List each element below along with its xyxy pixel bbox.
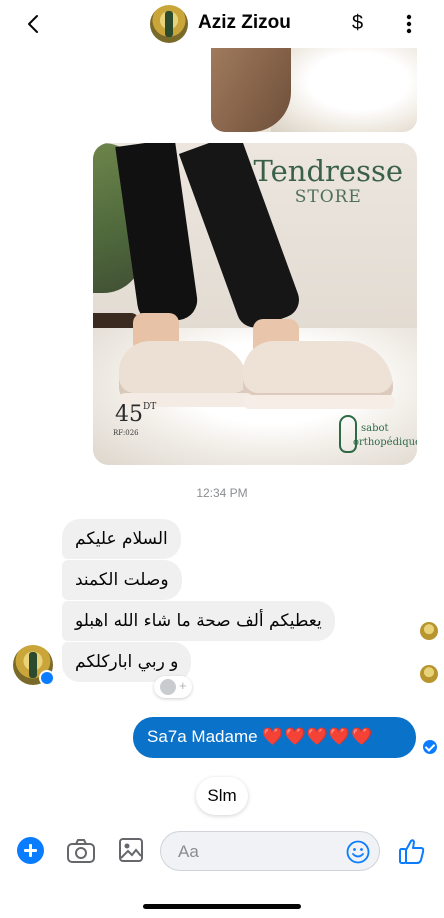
logo-line1: sabot: [361, 423, 389, 434]
camera-icon[interactable]: [66, 838, 96, 864]
vertical-dots-icon[interactable]: [400, 14, 418, 34]
incoming-message[interactable]: يعطيكم ألف صحة ما شاء الله اهبلو: [62, 601, 335, 641]
shared-photo-product[interactable]: Tendresse STORE 45DT RF:026 sabot orthop…: [93, 143, 417, 465]
brand-watermark: Tendresse STORE: [254, 155, 403, 207]
message-timestamp: 12:34 PM: [196, 486, 248, 500]
delivered-check-icon: [423, 740, 437, 754]
photo-fur-area: [271, 48, 417, 132]
brand-name: Tendresse: [253, 154, 403, 188]
payment-icon[interactable]: $: [352, 12, 363, 35]
heart-emojis: ❤️❤️❤️❤️❤️: [262, 727, 374, 746]
contact-name[interactable]: Aziz Zizou: [198, 12, 291, 34]
seen-avatar-icon: [420, 622, 438, 640]
smiley-icon: [160, 679, 176, 695]
thumbs-up-icon[interactable]: [398, 837, 426, 865]
messenger-badge-icon: [39, 670, 55, 686]
gallery-icon[interactable]: [118, 837, 144, 863]
seen-avatar-icon: [420, 665, 438, 683]
add-reaction-button[interactable]: +: [154, 676, 192, 698]
message-input-placeholder: Aa: [178, 842, 199, 861]
message-input[interactable]: Aa: [160, 831, 380, 871]
product-ref: RF:026: [113, 429, 139, 437]
outgoing-message[interactable]: Sa7a Madame ❤️❤️❤️❤️❤️: [133, 717, 416, 758]
photo-sole-right: [243, 395, 395, 409]
price-value: 45: [115, 402, 143, 427]
plus-icon[interactable]: [17, 837, 44, 864]
chevron-left-icon[interactable]: [22, 12, 46, 36]
price-tag: 45DT: [115, 402, 156, 427]
brand-sub: STORE: [294, 187, 362, 207]
contact-avatar[interactable]: [150, 5, 188, 43]
quick-reply-bubble[interactable]: Slm: [196, 777, 248, 815]
message-composer: Aa: [0, 826, 444, 878]
outgoing-text: Sa7a Madame: [147, 727, 258, 746]
photo-shoe-area: [211, 48, 291, 132]
sabot-logo: sabot orthopédique: [339, 413, 417, 459]
incoming-message[interactable]: السلام عليكم: [62, 519, 181, 559]
plus-icon: +: [179, 678, 187, 693]
shared-photo-previous[interactable]: [211, 48, 417, 132]
price-currency: DT: [143, 402, 157, 412]
logo-line2: orthopédique: [353, 437, 417, 448]
photo-sandal-right: [243, 341, 393, 403]
incoming-message[interactable]: وصلت الكمند: [62, 560, 182, 600]
emoji-icon[interactable]: [346, 840, 370, 864]
home-indicator: [143, 904, 301, 909]
chat-header: Aziz Zizou $: [0, 0, 444, 48]
